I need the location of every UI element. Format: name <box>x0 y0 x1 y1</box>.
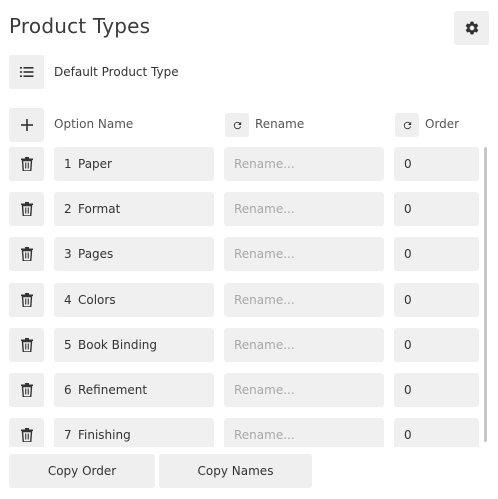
refresh-icon <box>402 120 413 131</box>
trash-icon <box>20 202 33 216</box>
option-name-label: Colors <box>78 293 116 307</box>
rename-field[interactable] <box>224 237 384 271</box>
table-row: 1 Paper 0 <box>0 147 498 181</box>
option-number: 4 <box>64 293 72 307</box>
order-field[interactable]: 0 <box>394 373 479 407</box>
option-name: 6 Refinement <box>54 373 214 407</box>
page-title: Product Types <box>9 14 151 38</box>
rename-input[interactable] <box>234 383 374 397</box>
option-name: 5 Book Binding <box>54 328 214 362</box>
order-field[interactable]: 0 <box>394 328 479 362</box>
option-number: 3 <box>64 247 72 261</box>
table-row: 3 Pages 0 <box>0 237 498 271</box>
gear-icon <box>464 20 480 36</box>
column-header-rename: Rename <box>255 117 305 131</box>
option-name-label: Book Binding <box>78 338 158 352</box>
rename-input[interactable] <box>234 247 374 261</box>
option-name: 1 Paper <box>54 147 214 181</box>
scrollbar-thumb[interactable] <box>484 147 487 442</box>
option-number: 5 <box>64 338 72 352</box>
product-type-name: Default Product Type <box>54 65 179 79</box>
copy-order-button[interactable]: Copy Order <box>9 454 155 488</box>
rename-input[interactable] <box>234 428 374 442</box>
product-type-list-button[interactable] <box>9 55 44 89</box>
reset-order-button[interactable] <box>395 113 419 137</box>
option-number: 6 <box>64 383 72 397</box>
table-row: 7 Finishing 0 <box>0 418 498 447</box>
trash-icon <box>20 157 33 171</box>
table-row: 6 Refinement 0 <box>0 373 498 407</box>
rename-input[interactable] <box>234 202 374 216</box>
option-name: 2 Format <box>54 192 214 226</box>
plus-icon <box>20 119 33 131</box>
delete-option-button[interactable] <box>9 237 44 271</box>
delete-option-button[interactable] <box>9 418 44 447</box>
option-number: 1 <box>64 157 72 171</box>
option-name-label: Pages <box>78 247 114 261</box>
reset-rename-button[interactable] <box>225 113 249 137</box>
trash-icon <box>20 383 33 397</box>
order-field[interactable]: 0 <box>394 283 479 317</box>
option-name: 4 Colors <box>54 283 214 317</box>
trash-icon <box>20 428 33 442</box>
order-field[interactable]: 0 <box>394 237 479 271</box>
options-list[interactable]: 1 Paper 0 2 Format 0 3 Pages 0 4 Colors <box>0 147 498 447</box>
add-option-button[interactable] <box>9 108 44 142</box>
copy-names-button[interactable]: Copy Names <box>159 454 312 488</box>
trash-icon <box>20 293 33 307</box>
option-name-label: Format <box>78 202 121 216</box>
option-name-label: Refinement <box>78 383 148 397</box>
option-name: 7 Finishing <box>54 418 214 447</box>
option-name: 3 Pages <box>54 237 214 271</box>
delete-option-button[interactable] <box>9 283 44 317</box>
table-row: 5 Book Binding 0 <box>0 328 498 362</box>
rename-input[interactable] <box>234 293 374 307</box>
rename-input[interactable] <box>234 338 374 352</box>
option-name-label: Paper <box>78 157 112 171</box>
order-field[interactable]: 0 <box>394 192 479 226</box>
rename-field[interactable] <box>224 147 384 181</box>
refresh-icon <box>232 120 243 131</box>
column-header-order: Order <box>425 117 460 131</box>
rename-input[interactable] <box>234 157 374 171</box>
delete-option-button[interactable] <box>9 147 44 181</box>
order-field[interactable]: 0 <box>394 147 479 181</box>
trash-icon <box>20 338 33 352</box>
delete-option-button[interactable] <box>9 373 44 407</box>
delete-option-button[interactable] <box>9 328 44 362</box>
rename-field[interactable] <box>224 418 384 447</box>
option-number: 2 <box>64 202 72 216</box>
rename-field[interactable] <box>224 373 384 407</box>
option-name-label: Finishing <box>78 428 131 442</box>
rename-field[interactable] <box>224 283 384 317</box>
settings-button[interactable] <box>454 11 489 45</box>
order-field[interactable]: 0 <box>394 418 479 447</box>
trash-icon <box>20 247 33 261</box>
scrollbar[interactable] <box>484 147 489 442</box>
option-number: 7 <box>64 428 72 442</box>
rename-field[interactable] <box>224 192 384 226</box>
table-row: 4 Colors 0 <box>0 283 498 317</box>
rename-field[interactable] <box>224 328 384 362</box>
table-row: 2 Format 0 <box>0 192 498 226</box>
list-icon <box>19 66 34 78</box>
delete-option-button[interactable] <box>9 192 44 226</box>
column-header-option-name: Option Name <box>54 117 134 131</box>
